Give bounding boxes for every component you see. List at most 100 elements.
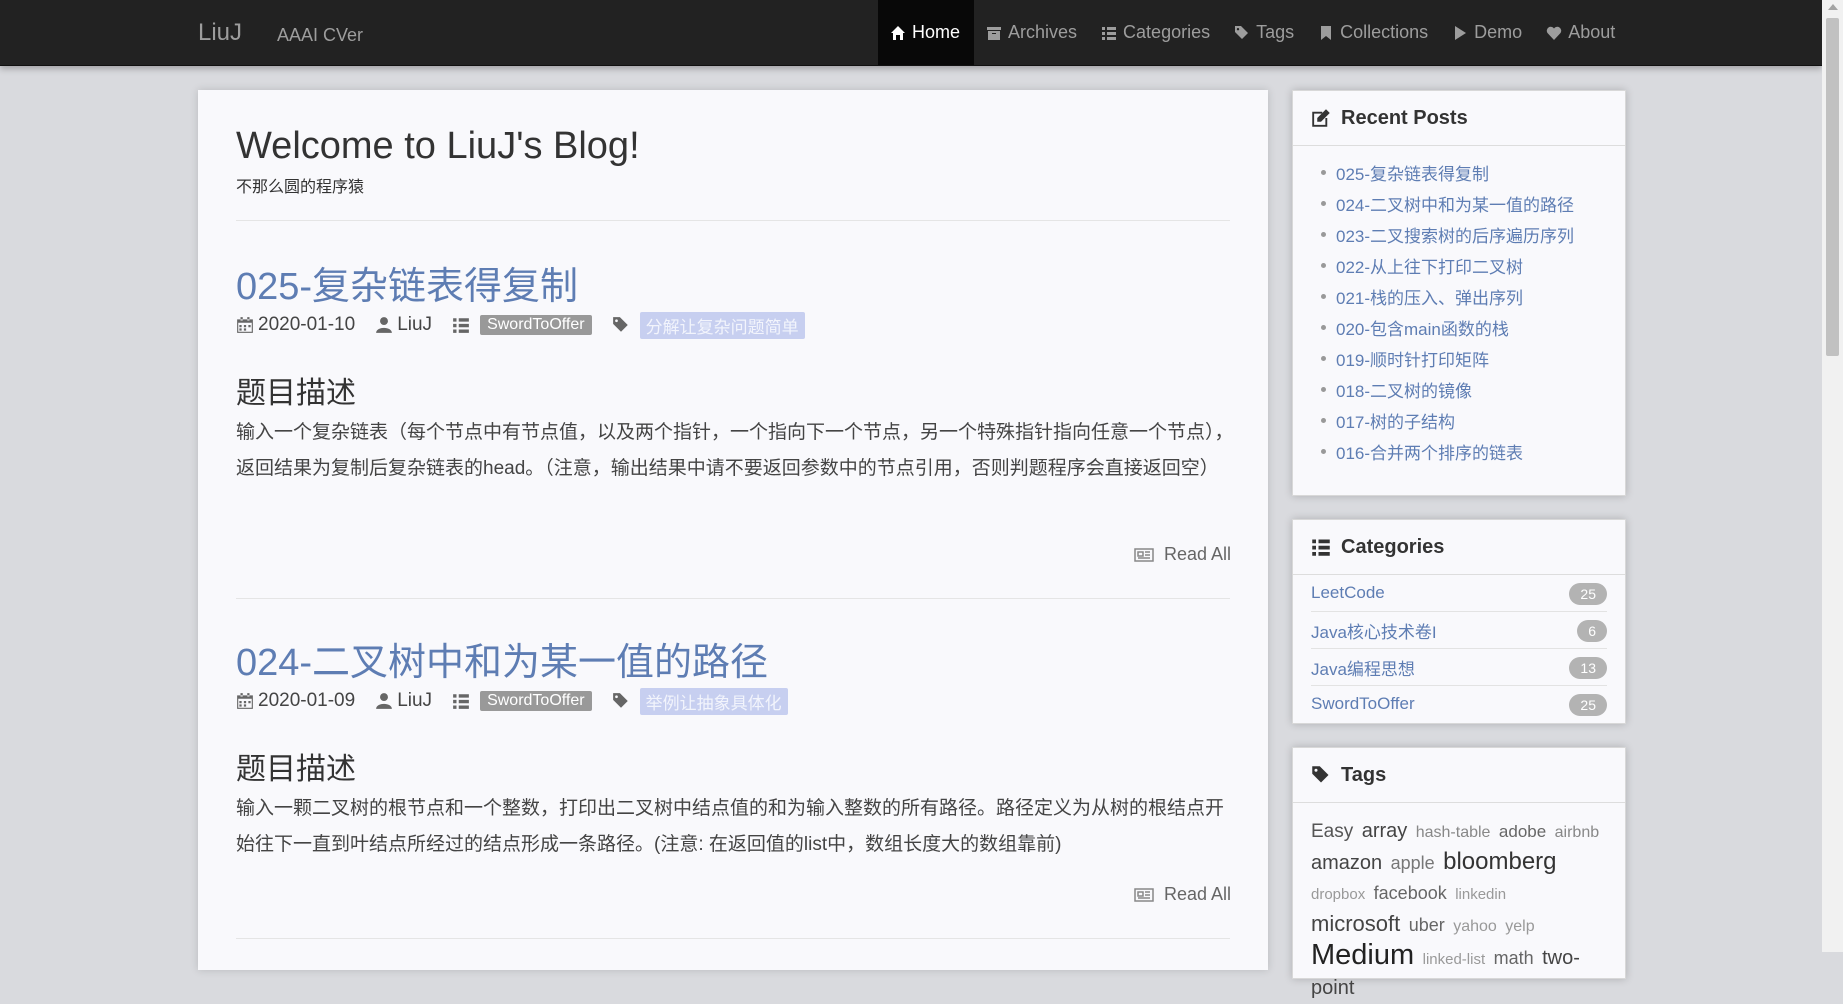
post-excerpt: 输入一颗二叉树的根节点和一个整数，打印出二叉树中结点值的和为输入整数的所有路径。… — [236, 798, 1225, 855]
nav-archives[interactable]: Archives — [974, 0, 1089, 65]
nav-demo[interactable]: Demo — [1440, 0, 1534, 65]
navbar: LiuJ AAAI CVer Home Archives Categories … — [0, 0, 1822, 66]
read-all-label: Read All — [1163, 884, 1231, 904]
tag-link[interactable]: linked-list — [1423, 951, 1486, 968]
category-item[interactable]: Java编程思想 13 — [1311, 649, 1607, 686]
tag-link[interactable]: facebook — [1374, 883, 1447, 903]
recent-post-link[interactable]: 021-栈的压入、弹出序列 — [1321, 284, 1625, 315]
recent-posts-panel: Recent Posts 025-复杂链表得复制 024-二叉树中和为某一值的路… — [1292, 90, 1626, 496]
nav-about[interactable]: About — [1534, 0, 1627, 65]
recent-post-link[interactable]: 019-顺时针打印矩阵 — [1321, 346, 1625, 377]
list-icon — [453, 694, 469, 709]
recent-posts-header: Recent Posts — [1293, 91, 1625, 146]
newspaper-icon — [1134, 547, 1154, 562]
main-nav: Home Archives Categories Tags Collection… — [878, 0, 1627, 65]
tag-link[interactable]: Medium — [1311, 939, 1414, 971]
categories-panel: Categories LeetCode 25 Java核心技术卷I 6 Java… — [1292, 519, 1626, 724]
read-all-link[interactable]: Read All — [1134, 544, 1231, 565]
divider — [236, 598, 1230, 599]
recent-posts-list: 025-复杂链表得复制 024-二叉树中和为某一值的路径 023-二叉搜索树的后… — [1293, 146, 1625, 470]
post-tag-label[interactable]: 分解让复杂问题简单 — [639, 311, 805, 339]
tag-link[interactable]: dropbox — [1311, 886, 1365, 903]
post-date: 2020-01-09 — [258, 690, 356, 711]
tag-link[interactable]: airbnb — [1555, 824, 1599, 841]
nav-tags[interactable]: Tags — [1222, 0, 1306, 65]
post-section-heading: 题目描述 — [236, 753, 356, 786]
category-name: LeetCode — [1311, 583, 1385, 602]
nav-about-label: About — [1568, 22, 1616, 42]
site-brand[interactable]: LiuJ — [198, 19, 242, 47]
tag-link[interactable]: amazon — [1311, 852, 1382, 874]
calendar-icon — [237, 693, 253, 709]
divider — [236, 938, 1230, 939]
category-name: SwordToOffer — [1311, 694, 1415, 713]
tag-link[interactable]: yahoo — [1453, 918, 1497, 935]
recent-post-link[interactable]: 017-树的子结构 — [1321, 408, 1625, 439]
recent-post-link[interactable]: 018-二叉树的镜像 — [1321, 377, 1625, 408]
category-name: Java编程思想 — [1311, 659, 1415, 679]
scroll-up-arrow-icon[interactable] — [1828, 4, 1838, 10]
recent-posts-title: Recent Posts — [1341, 106, 1468, 129]
newspaper-icon — [1134, 887, 1154, 902]
edit-icon — [1312, 109, 1330, 127]
tag-link[interactable]: apple — [1391, 853, 1435, 873]
category-count-badge: 25 — [1569, 694, 1607, 716]
category-item[interactable]: SwordToOffer 25 — [1311, 686, 1607, 722]
tag-link[interactable]: Easy — [1311, 821, 1353, 842]
nav-home-label: Home — [912, 22, 961, 42]
categories-header: Categories — [1293, 520, 1625, 575]
recent-post-link[interactable]: 023-二叉搜索树的后序遍历序列 — [1321, 222, 1625, 253]
bookmark-icon — [1321, 25, 1332, 40]
post-meta: 2020-01-09 LiuJ SwordToOffer 举例让抽象具体化 — [236, 687, 788, 715]
recent-post-link[interactable]: 024-二叉树中和为某一值的路径 — [1321, 191, 1625, 222]
post-title[interactable]: 024-二叉树中和为某一值的路径 — [236, 631, 768, 686]
tag-link[interactable]: hash-table — [1416, 824, 1491, 841]
category-item[interactable]: Java核心技术卷I 6 — [1311, 612, 1607, 649]
post-section-heading: 题目描述 — [236, 377, 356, 410]
nav-collections[interactable]: Collections — [1306, 0, 1440, 65]
recent-post-link[interactable]: 016-合并两个排序的链表 — [1321, 439, 1625, 470]
post-category-label[interactable]: SwordToOffer — [480, 315, 592, 335]
post-author[interactable]: LiuJ — [397, 690, 432, 712]
home-icon — [891, 25, 905, 40]
welcome-tagline: 不那么圆的程序猿 — [236, 179, 365, 196]
category-count-badge: 25 — [1569, 583, 1607, 605]
list-icon — [1102, 26, 1117, 40]
nav-home[interactable]: Home — [878, 0, 975, 65]
category-item[interactable]: LeetCode 25 — [1311, 575, 1607, 612]
read-all-label: Read All — [1163, 544, 1231, 564]
recent-post-link[interactable]: 022-从上往下打印二叉树 — [1321, 253, 1625, 284]
post-tag-label[interactable]: 举例让抽象具体化 — [639, 687, 788, 715]
nav-collections-label: Collections — [1340, 22, 1429, 42]
post-category-label[interactable]: SwordToOffer — [480, 691, 592, 711]
site-subtitle: AAAI CVer — [277, 25, 364, 45]
tags-icon — [1235, 25, 1249, 39]
categories-list: LeetCode 25 Java核心技术卷I 6 Java编程思想 13 Swo… — [1293, 575, 1625, 722]
recent-post-link[interactable]: 025-复杂链表得复制 — [1321, 160, 1625, 191]
tags-panel: Tags Easy array hash-table adobe airbnb … — [1292, 747, 1626, 999]
tag-link[interactable]: bloomberg — [1443, 848, 1556, 875]
user-icon — [376, 693, 393, 709]
tag-link[interactable]: uber — [1409, 915, 1445, 935]
tag-link[interactable]: yelp — [1505, 918, 1534, 935]
nav-archives-label: Archives — [1008, 22, 1078, 42]
tag-link[interactable]: array — [1362, 820, 1408, 842]
nav-demo-label: Demo — [1474, 22, 1523, 42]
tag-link[interactable]: adobe — [1499, 822, 1546, 841]
tag-link[interactable]: math — [1494, 948, 1534, 968]
category-count-badge: 13 — [1569, 657, 1607, 679]
heart-icon — [1546, 26, 1562, 40]
main-content: Welcome to LiuJ's Blog! 不那么圆的程序猿 025-复杂链… — [198, 90, 1268, 970]
nav-categories[interactable]: Categories — [1089, 0, 1222, 65]
recent-post-link[interactable]: 020-包含main函数的栈 — [1321, 315, 1625, 346]
read-all-link[interactable]: Read All — [1134, 884, 1231, 905]
post-title[interactable]: 025-复杂链表得复制 — [236, 255, 578, 310]
list-icon — [453, 318, 469, 333]
user-icon — [376, 317, 393, 333]
tag-link[interactable]: linkedin — [1455, 886, 1506, 903]
post-author[interactable]: LiuJ — [397, 314, 432, 336]
scrollbar-thumb[interactable] — [1826, 18, 1839, 356]
tag-link[interactable]: microsoft — [1311, 911, 1400, 936]
page-scrollbar[interactable] — [1822, 0, 1843, 952]
nav-tags-label: Tags — [1256, 22, 1295, 42]
